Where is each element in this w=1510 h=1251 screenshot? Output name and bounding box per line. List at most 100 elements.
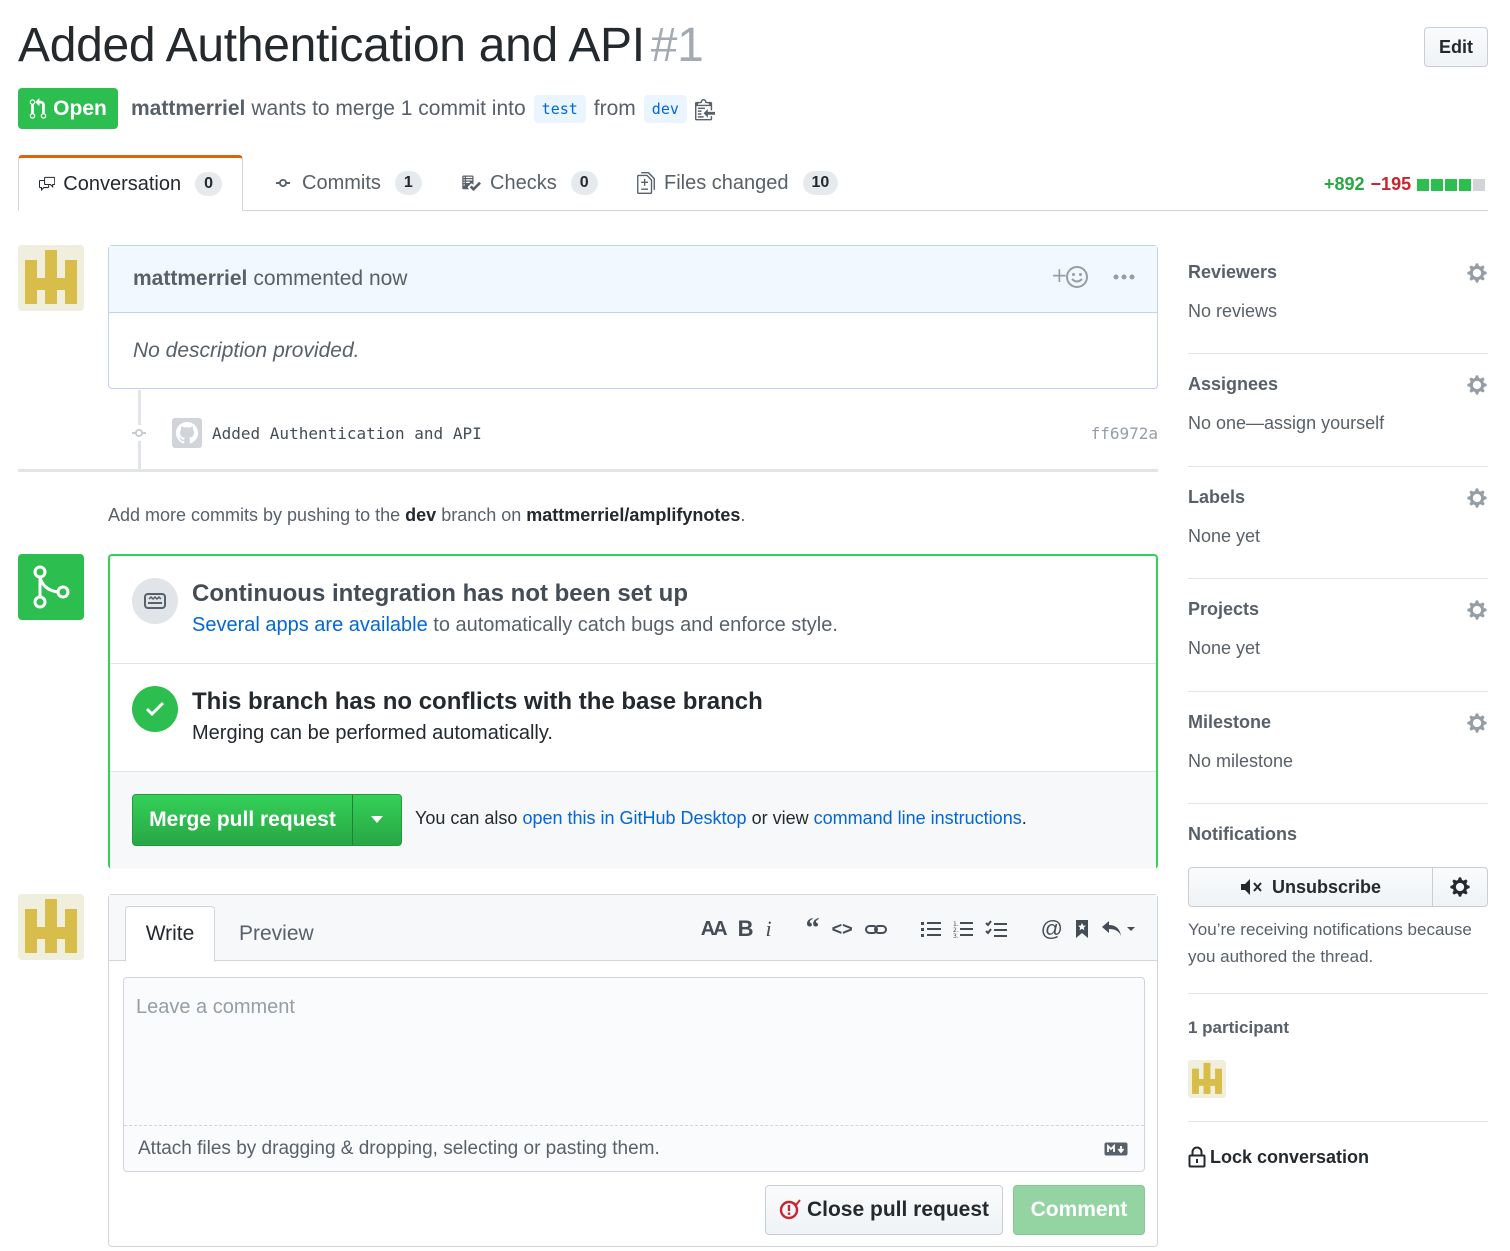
notifications-reason: You’re receiving notifications because y… [1188,920,1472,966]
assignees-title[interactable]: Assignees [1188,374,1488,395]
tab-preview[interactable]: Preview [239,906,314,962]
pr-number: #1 [650,19,704,72]
quote-icon[interactable]: “ [806,913,820,945]
task-list-icon[interactable] [984,920,1007,938]
commit-icon [276,179,290,187]
comment-actions: + [1051,264,1135,290]
bold-icon[interactable]: B [738,916,754,942]
mention-icon[interactable]: @ [1041,916,1063,942]
server-icon [144,593,166,609]
close-pr-button[interactable]: Close pull request [765,1185,1003,1235]
tab-counter: 0 [570,171,598,195]
check-icon-wrap [132,686,178,732]
svg-text:3.: 3. [953,933,959,938]
add-reaction-icon[interactable]: + [1051,264,1091,290]
reply-icon[interactable] [1101,920,1137,938]
header-icon[interactable]: AA [701,918,728,941]
base-branch[interactable]: test [533,95,586,123]
diff-icon [637,172,655,194]
diffstat-block [1473,178,1486,191]
svg-text:+: + [1051,264,1068,287]
ci-section: Continuous integration has not been set … [110,556,1156,664]
link-icon[interactable] [864,921,887,937]
diffstat-block [1459,178,1472,191]
sidebar-reviewers: Reviewers No reviews [1188,262,1488,354]
tab-commits[interactable]: Commits 1 [252,155,442,211]
conflict-section: This branch has no conflicts with the ba… [110,664,1156,772]
merge-status-icon [18,554,84,620]
attach-files-bar[interactable]: Attach files by dragging & dropping, sel… [124,1125,1144,1171]
ordered-list-icon[interactable]: 1.2.3. [953,920,973,938]
head-branch[interactable]: dev [643,95,687,123]
assignees-value[interactable]: No one—assign yourself [1188,413,1488,434]
markdown-icon[interactable] [1104,1142,1128,1156]
diffstat-blocks [1417,178,1486,191]
commit-sha[interactable]: ff6972a [1091,424,1158,443]
toolbar-group-lists: 1. 2. 3. [920,920,1007,938]
issue-closed-icon [779,1199,801,1220]
new-comment-form: Write Preview AA B i “ <> 1. 2. 3. @ Lea… [108,894,1158,1247]
gear-icon[interactable] [1466,599,1488,621]
or-view: or view [751,808,809,828]
unsubscribe-label: Unsubscribe [1271,876,1382,897]
commit-icon [128,425,150,441]
ci-title: Continuous integration has not been set … [192,580,688,607]
code-icon[interactable]: <> [832,919,853,940]
commit-author-avatar[interactable] [172,418,202,448]
push-note-middle: branch on [441,505,522,525]
sidebar-participants: 1 participant [1188,1018,1488,1122]
tab-counter: 10 [802,171,839,195]
conflict-sub: Merging can be performed automatically. [192,722,553,744]
merge-button[interactable]: Merge pull request [133,795,353,845]
gear-icon[interactable] [1466,487,1488,509]
lock-conversation[interactable]: Lock conversation [1188,1146,1369,1168]
toolbar-group-misc: @ [1041,916,1137,942]
milestone-title[interactable]: Milestone [1188,712,1488,733]
conflict-text: This branch has no conflicts with the ba… [192,688,763,745]
avatar[interactable] [18,894,84,960]
ci-icon-wrap [132,578,178,624]
identicon [18,894,84,960]
git-merge-icon [33,565,70,609]
participant-avatar[interactable] [1188,1060,1226,1098]
status-label: Open [53,96,107,120]
diffstat: +892 −195 [1324,174,1486,195]
projects-title[interactable]: Projects [1188,599,1488,620]
merge-options-dropdown[interactable] [353,795,401,845]
gear-icon[interactable] [1466,374,1488,396]
comment-textarea[interactable] [124,978,1144,1126]
labels-title[interactable]: Labels [1188,487,1488,508]
apps-link[interactable]: Several apps are available [192,614,428,636]
milestone-value: No milestone [1188,751,1294,771]
lock-label: Lock conversation [1210,1146,1370,1167]
commit-message[interactable]: Added Authentication and API [212,424,482,443]
unsubscribe-button[interactable]: Unsubscribe [1189,868,1433,906]
sidebar-milestone: Milestone No milestone [1188,712,1488,804]
push-note-suffix: . [740,505,746,525]
clipboard-icon[interactable] [694,97,715,121]
tab-conversation[interactable]: Conversation 0 [18,155,243,211]
toolbar-group-text: AA B i [701,916,772,942]
desktop-link[interactable]: open this in GitHub Desktop [522,808,746,828]
gear-icon[interactable] [1466,262,1488,284]
bookmark-icon[interactable] [1075,919,1089,939]
cli-link[interactable]: command line instructions [814,808,1022,828]
comment-author[interactable]: mattmerriel [133,267,247,291]
unordered-list-icon[interactable] [920,920,941,938]
tab-write[interactable]: Write [125,906,215,962]
tab-checks[interactable]: Checks 0 [440,155,618,211]
tab-label: Conversation [63,172,182,195]
author-link[interactable]: mattmerriel [131,97,245,121]
comment-button[interactable]: Comment [1013,1185,1145,1235]
identicon [18,245,84,311]
more-options-icon[interactable] [1113,274,1135,280]
notification-settings-button[interactable] [1433,868,1487,906]
tab-files-changed[interactable]: Files changed 10 [616,155,858,211]
italic-icon[interactable]: i [766,916,772,942]
reviewers-title[interactable]: Reviewers [1188,262,1488,283]
gear-icon [1450,877,1470,897]
gear-icon[interactable] [1466,712,1488,734]
edit-button[interactable]: Edit [1424,27,1488,67]
lock-icon [1188,1146,1206,1168]
avatar[interactable] [18,245,84,311]
